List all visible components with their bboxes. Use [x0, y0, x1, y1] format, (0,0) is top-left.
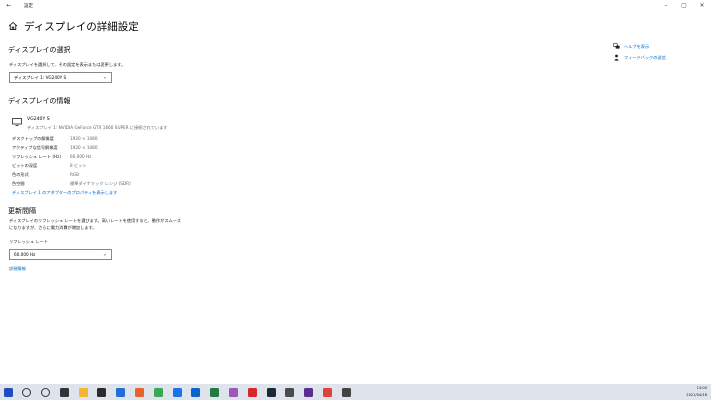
help-chat-icon: [613, 43, 620, 49]
monitor-connection: ディスプレイ 1: NVIDIA GeForce GTX 1660 SUPER …: [27, 124, 168, 130]
info-label-desktop-resolution: デスクトップの解像度: [12, 136, 54, 141]
search-icon[interactable]: [21, 384, 33, 400]
chevron-down-icon: ⌄: [102, 74, 107, 81]
display-info-heading: ディスプレイの情報: [8, 97, 71, 105]
help-link-label: ヘルプを表示: [624, 43, 650, 49]
info-value-bit-depth: 8 ビット: [70, 163, 87, 168]
monitor-name: VG240Y S: [27, 117, 50, 122]
refresh-heading: 更新間隔: [8, 207, 36, 215]
taskbar-icons: [2, 384, 359, 400]
page-title: ディスプレイの詳細設定: [24, 21, 139, 33]
refresh-description-line1: ディスプレイのリフレッシュ レートを選びます。高いレートを使用すると、動作がスム…: [9, 218, 181, 223]
media-icon[interactable]: [303, 384, 315, 400]
feedback-link-label: フィードバックの送信: [624, 54, 666, 60]
taskbar-clock[interactable]: 13:00 2021/04/16: [686, 385, 707, 398]
mail-icon[interactable]: [115, 384, 127, 400]
monitor-icon: [12, 118, 22, 126]
chrome2-icon[interactable]: [322, 384, 334, 400]
maximize-button[interactable]: ▢: [675, 0, 693, 12]
info-label-color-space: 色空間: [12, 181, 25, 186]
steam-icon[interactable]: [265, 384, 277, 400]
select-display-description: ディスプレイを選択して、その設定を表示または変更します。: [9, 62, 126, 67]
refresh-description-line2: になりますが、さらに電力消費が増加します。: [9, 224, 97, 230]
info-label-color-format: 色の形式: [12, 172, 29, 177]
help-link[interactable]: ヘルプを表示: [613, 43, 649, 50]
feedback-link[interactable]: フィードバックの送信: [613, 54, 666, 61]
chevron-down-icon: ⌄: [102, 251, 107, 258]
excel-icon[interactable]: [209, 384, 221, 400]
back-button[interactable]: ←: [4, 1, 14, 11]
record-icon[interactable]: [246, 384, 258, 400]
display-select-dropdown[interactable]: ディスプレイ 1: VG240Y S ⌄: [9, 72, 112, 83]
close-button[interactable]: ✕: [693, 0, 711, 12]
settings-icon[interactable]: [340, 384, 352, 400]
refresh-rate-value: 60.000 Hz: [14, 252, 36, 257]
adapter-properties-link[interactable]: ディスプレイ 1 のアダプターのプロパティを表示します: [12, 190, 117, 196]
title-bar: ← 設定 – ▢ ✕: [0, 0, 711, 12]
explorer-icon[interactable]: [77, 384, 89, 400]
task-view-icon[interactable]: [58, 384, 70, 400]
info-value-active-resolution: 1920 × 1080: [70, 145, 98, 150]
chrome-icon[interactable]: [152, 384, 164, 400]
start-icon[interactable]: [2, 384, 14, 400]
firefox-icon[interactable]: [134, 384, 146, 400]
refresh-rate-label: リフレッシュ レート: [9, 239, 49, 244]
feedback-person-icon: [614, 54, 619, 61]
info-label-refresh-rate: リフレッシュ レート (Hz): [12, 154, 61, 159]
messenger-icon[interactable]: [171, 384, 183, 400]
select-display-heading: ディスプレイの選択: [8, 46, 71, 54]
home-icon[interactable]: [8, 21, 18, 31]
taskbar: 13:00 2021/04/16: [0, 384, 711, 400]
details-link[interactable]: 詳細情報: [9, 266, 26, 272]
info-label-bit-depth: ビットの深度: [12, 163, 38, 168]
display-select-value: ディスプレイ 1: VG240Y S: [14, 74, 67, 80]
info-label-active-resolution: アクティブな信号解像度: [12, 145, 58, 150]
outlook-icon[interactable]: [190, 384, 202, 400]
info-value-color-space: 標準ダイナミック レンジ (SDR): [70, 181, 131, 186]
calculator-icon[interactable]: [284, 384, 296, 400]
paint-icon[interactable]: [228, 384, 240, 400]
info-value-color-format: RGB: [70, 172, 80, 177]
window-controls: – ▢ ✕: [657, 0, 711, 12]
info-value-refresh-rate: 60.000 Hz: [70, 154, 92, 159]
store-icon[interactable]: [96, 384, 108, 400]
info-value-desktop-resolution: 1920 × 1080: [70, 136, 98, 141]
refresh-rate-dropdown[interactable]: 60.000 Hz ⌄: [9, 249, 112, 260]
cortana-icon[interactable]: [40, 384, 52, 400]
clock-date: 2021/04/16: [686, 392, 707, 397]
minimize-button[interactable]: –: [657, 0, 675, 12]
window-title: 設定: [24, 4, 33, 9]
